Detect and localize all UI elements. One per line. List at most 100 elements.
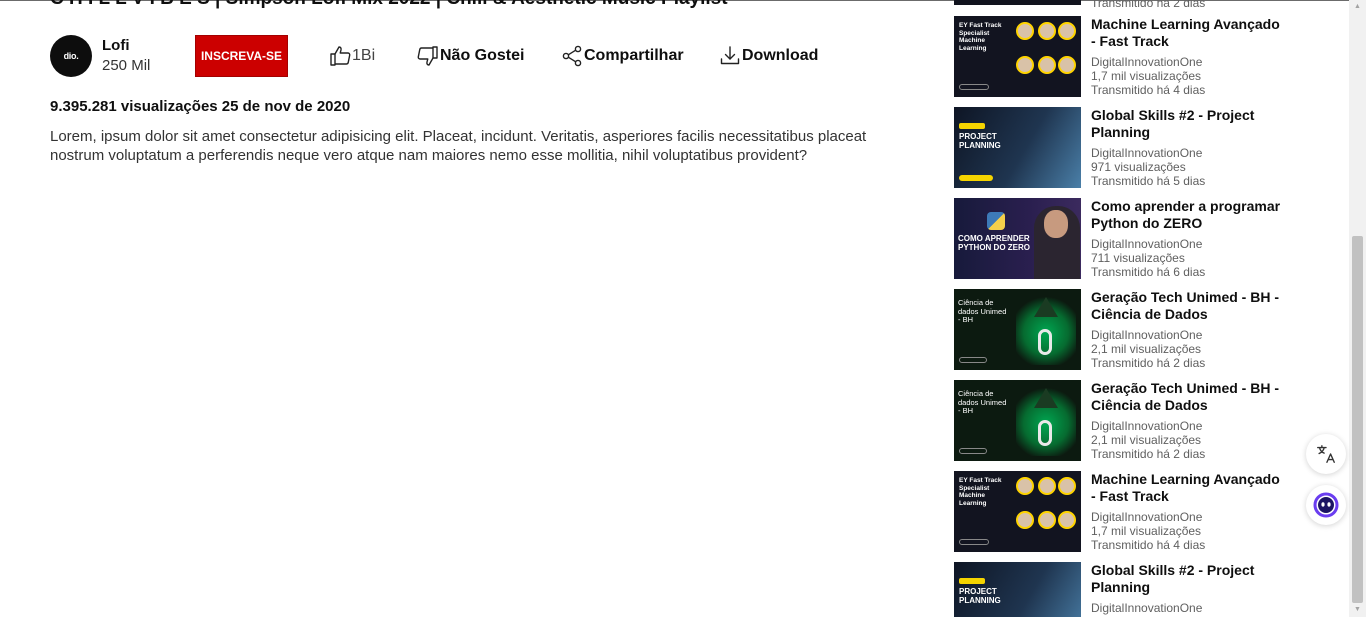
video-age: Transmitido há 5 dias [1091, 174, 1206, 188]
video-title-link[interactable]: Global Skills #2 - Project Planning [1091, 562, 1281, 596]
video-description: Lorem, ipsum dolor sit amet consectetur … [50, 128, 867, 164]
video-channel[interactable]: DigitalInnovationOne [1091, 419, 1281, 433]
thumbnail-caption: COMO APRENDER PYTHON DO ZERO [958, 234, 1031, 252]
scrollbar-thumb[interactable] [1352, 236, 1363, 603]
like-button[interactable]: 1Bi [328, 44, 375, 68]
video-meta: DigitalInnovationOne 1,7 mil visualizaçõe… [1091, 55, 1281, 97]
assistant-icon [1313, 492, 1339, 518]
thumbnail-badge [959, 84, 989, 90]
video-thumbnail[interactable]: Ciência de dados Unimed - BH [954, 380, 1081, 461]
translate-button[interactable] [1306, 434, 1346, 474]
video-channel[interactable]: DigitalInnovationOne [1091, 601, 1281, 615]
recommendation-item[interactable]: COMO APRENDER PYTHON DO ZERO Como aprende… [954, 198, 1284, 279]
video-channel[interactable]: DigitalInnovationOne [1091, 510, 1281, 524]
video-meta: DigitalInnovationOne 2,1 mil visualizaçõe… [1091, 328, 1281, 370]
video-age: Transmitido há 2 dias [1091, 447, 1206, 461]
video-views: 971 visualizações [1091, 160, 1186, 174]
recommendation-item[interactable]: PROJECT PLANNING Global Skills #2 - Proje… [954, 107, 1284, 188]
video-title: C H I L L V I B E S | Simpson Lofi Mix 2… [50, 0, 728, 10]
thumbnail-caption: PROJECT PLANNING [959, 587, 1001, 605]
recommendation-item[interactable]: Ciência de dados Unimed - BH Geração Tech… [954, 289, 1284, 370]
dislike-label: Não Gostei [440, 47, 525, 64]
video-info: Global Skills #2 - Project Planning Digit… [1091, 107, 1281, 188]
thumbnail-caption: Ciência de dados Unimed - BH [958, 298, 1007, 324]
video-thumbnail[interactable]: PROJECT PLANNING [954, 107, 1081, 188]
video-title-link[interactable]: Machine Learning Avançado - Fast Track [1091, 471, 1281, 505]
video-meta: DigitalInnovationOne [1091, 601, 1281, 615]
video-views: 2,1 mil visualizações [1091, 342, 1202, 356]
assistant-button[interactable] [1306, 485, 1346, 525]
thumbnail-badge [959, 539, 989, 545]
speaker-photo [1038, 22, 1056, 40]
video-thumbnail[interactable] [954, 0, 1081, 5]
video-info: Machine Learning Avançado - Fast Track Di… [1091, 16, 1281, 97]
video-thumbnail[interactable]: PROJECT PLANNING [954, 562, 1081, 617]
emblem-triangle [1034, 388, 1058, 408]
channel-row: dio. Lofi 250 Mil INSCREVA-SE 1Bi Não Go… [50, 35, 850, 77]
recommendation-item[interactable]: EY Fast Track Specialist Machine Learnin… [954, 16, 1284, 97]
channel-subscriber-count: 250 Mil [102, 57, 151, 74]
recommendation-item[interactable]: Ciência de dados Unimed - BH Geração Tech… [954, 380, 1284, 461]
video-thumbnail[interactable]: COMO APRENDER PYTHON DO ZERO [954, 198, 1081, 279]
video-thumbnail[interactable]: Ciência de dados Unimed - BH [954, 289, 1081, 370]
thumbnail-tag [959, 578, 985, 584]
video-age: Transmitido há 2 dias [1091, 356, 1206, 370]
download-icon [720, 46, 740, 65]
video-thumbnail[interactable]: EY Fast Track Specialist Machine Learnin… [954, 471, 1081, 552]
recommendation-item-partial[interactable]: Transmitido há 2 dias [954, 0, 1284, 10]
video-views: 1,7 mil visualizações [1091, 69, 1202, 83]
thumbnail-tag [959, 123, 985, 129]
video-channel[interactable]: DigitalInnovationOne [1091, 328, 1281, 342]
video-title-link[interactable]: Geração Tech Unimed - BH - Ciência de Da… [1091, 289, 1281, 323]
scroll-up-arrow[interactable]: ▲ [1353, 2, 1362, 11]
speaker-photo [1058, 56, 1076, 74]
speaker-photo [1038, 56, 1056, 74]
video-age: Transmitido há 4 dias [1091, 538, 1206, 552]
speaker-photo [1058, 511, 1076, 529]
video-thumbnail[interactable]: EY Fast Track Specialist Machine Learnin… [954, 16, 1081, 97]
video-info: Machine Learning Avançado - Fast Track Di… [1091, 471, 1281, 552]
thumbnail-badge [959, 357, 987, 363]
video-title-link[interactable]: Machine Learning Avançado - Fast Track [1091, 16, 1281, 50]
translate-icon [1317, 445, 1335, 463]
video-title-link[interactable]: Geração Tech Unimed - BH - Ciência de Da… [1091, 380, 1281, 414]
recommendation-item[interactable]: PROJECT PLANNING Global Skills #2 - Proje… [954, 562, 1284, 617]
speaker-photo [1058, 477, 1076, 495]
video-channel[interactable]: DigitalInnovationOne [1091, 237, 1281, 251]
video-meta: DigitalInnovationOne 971 visualizações Tra… [1091, 146, 1281, 188]
avatar-logo-text: dio. [63, 51, 79, 61]
like-count: 1Bi [352, 47, 376, 64]
video-views: 1,7 mil visualizações [1091, 524, 1202, 538]
channel-name[interactable]: Lofi [102, 37, 130, 54]
video-age: Transmitido há 2 dias [1091, 0, 1206, 10]
speaker-photo [1016, 22, 1034, 40]
video-views: 2,1 mil visualizações [1091, 433, 1202, 447]
emblem-snake [1038, 329, 1052, 355]
views-and-date: 9.395.281 visualizações 25 de nov de 202… [50, 98, 351, 115]
download-button[interactable]: Download [718, 44, 818, 68]
emblem-snake [1038, 420, 1052, 446]
thumbs-up-icon [330, 46, 351, 66]
thumbnail-caption: Ciência de dados Unimed - BH [958, 389, 1007, 415]
thumbnail-caption: PROJECT PLANNING [959, 132, 1001, 150]
video-title-link[interactable]: Como aprender a programar Python do ZERO [1091, 198, 1281, 232]
python-logo [987, 212, 1005, 230]
share-button[interactable]: Compartilhar [560, 44, 684, 68]
speaker-photo [1038, 511, 1056, 529]
emblem-triangle [1034, 297, 1058, 317]
recommendation-item[interactable]: EY Fast Track Specialist Machine Learnin… [954, 471, 1284, 552]
video-channel[interactable]: DigitalInnovationOne [1091, 55, 1281, 69]
download-label: Download [742, 47, 819, 64]
speaker-photo [1058, 22, 1076, 40]
scroll-down-arrow[interactable]: ▼ [1353, 605, 1362, 614]
dislike-button[interactable]: Não Gostei [416, 44, 524, 68]
share-icon [562, 45, 582, 67]
share-label: Compartilhar [584, 47, 684, 64]
video-views: 711 visualizações [1091, 251, 1185, 265]
subscribe-button[interactable]: INSCREVA-SE [195, 35, 288, 77]
channel-avatar[interactable]: dio. [50, 35, 92, 77]
video-title-link[interactable]: Global Skills #2 - Project Planning [1091, 107, 1281, 141]
video-channel[interactable]: DigitalInnovationOne [1091, 146, 1281, 160]
video-age: Transmitido há 4 dias [1091, 83, 1206, 97]
video-info: Geração Tech Unimed - BH - Ciência de Da… [1091, 289, 1281, 370]
